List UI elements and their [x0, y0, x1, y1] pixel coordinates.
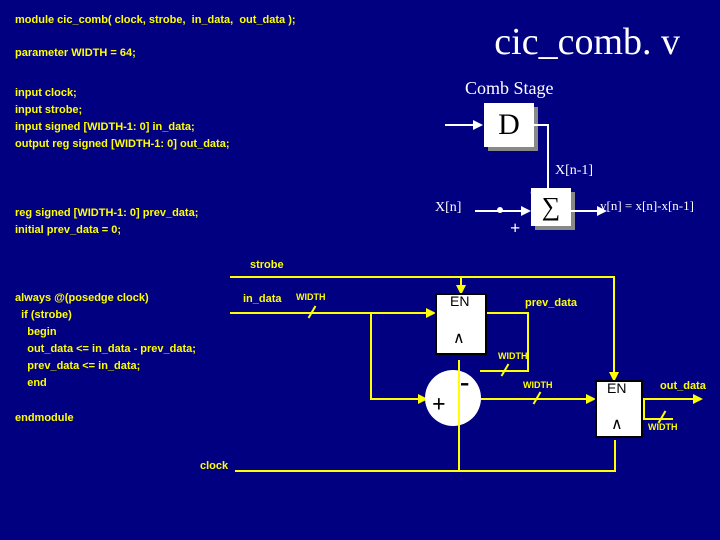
junction-dot: [497, 207, 503, 213]
code-line-10: if (strobe): [15, 307, 72, 324]
wire-strobe-en2-h: [460, 276, 614, 278]
wire-out-v: [643, 398, 645, 418]
code-line-1: module cic_comb( clock, strobe, in_data,…: [15, 12, 296, 29]
wire-strobe-en2-v: [613, 276, 615, 376]
code-line-8: initial prev_data = 0;: [15, 222, 121, 239]
code-line-4: input strobe;: [15, 102, 82, 119]
d-block: D: [484, 103, 534, 147]
wire-strobe: [230, 276, 462, 278]
out-data-label: out_data: [660, 380, 706, 392]
code-line-7: reg signed [WIDTH-1: 0] prev_data;: [15, 205, 198, 222]
wire-clock-v2: [614, 440, 616, 470]
file-title: cic_comb. v: [494, 20, 680, 64]
wire-clock-h: [235, 470, 458, 472]
wire-prev-h1: [487, 312, 529, 314]
code-line-11: begin: [15, 324, 57, 341]
wire-d-out-v: [547, 124, 549, 189]
xn-label: X[n]: [435, 200, 461, 216]
wire-clock-h2: [458, 470, 616, 472]
code-line-14: end: [15, 375, 47, 392]
wire-in-data: [230, 312, 430, 314]
reg-clock-1: ∧: [453, 328, 465, 348]
code-line-3: input clock;: [15, 85, 77, 102]
width-label-4: WIDTH: [648, 422, 678, 432]
wire-in-adder-v: [370, 312, 372, 400]
sigma-block: ∑: [531, 188, 571, 226]
wire-out-data: [643, 398, 698, 400]
code-line-9: always @(posedge clock): [15, 290, 149, 307]
arrow-out-data: [693, 394, 703, 404]
adder-plus: +: [432, 392, 446, 419]
code-line-6: output reg signed [WIDTH-1: 0] out_data;: [15, 136, 229, 153]
width-label-1: WIDTH: [296, 292, 326, 302]
wire-out-data2: [643, 418, 673, 420]
adder-minus: -: [460, 367, 469, 399]
width-label-2: WIDTH: [498, 351, 528, 361]
wire-in-adder-h: [370, 398, 422, 400]
code-line-2: parameter WIDTH = 64;: [15, 45, 136, 62]
wire-clock-v1: [458, 360, 460, 470]
arrow-xn-sigma: [521, 206, 531, 216]
code-line-15: endmodule: [15, 410, 74, 427]
arrow-into-d: [473, 120, 483, 130]
wire-into-d: [445, 124, 475, 126]
en-label-1: EN: [450, 293, 469, 309]
code-line-5: input signed [WIDTH-1: 0] in_data;: [15, 119, 195, 136]
plus-sign: +: [510, 218, 520, 239]
yn-equation: y[n] = x[n]-x[n-1]: [600, 198, 694, 214]
width-label-3: WIDTH: [523, 380, 553, 390]
prev-data-label: prev_data: [525, 297, 577, 309]
wire-sigma-out: [571, 210, 599, 212]
strobe-label: strobe: [250, 259, 284, 271]
code-line-12: out_data <= in_data - prev_data;: [15, 341, 196, 358]
code-line-13: prev_data <= in_data;: [15, 358, 140, 375]
en-label-2: EN: [607, 380, 626, 396]
reg-clock-2: ∧: [611, 414, 623, 434]
wire-prev-v: [527, 312, 529, 372]
in-data-label: in_data: [243, 293, 282, 305]
comb-stage-label: Comb Stage: [465, 78, 554, 99]
xn1-label: X[n-1]: [555, 163, 593, 179]
clock-label: clock: [200, 460, 228, 472]
